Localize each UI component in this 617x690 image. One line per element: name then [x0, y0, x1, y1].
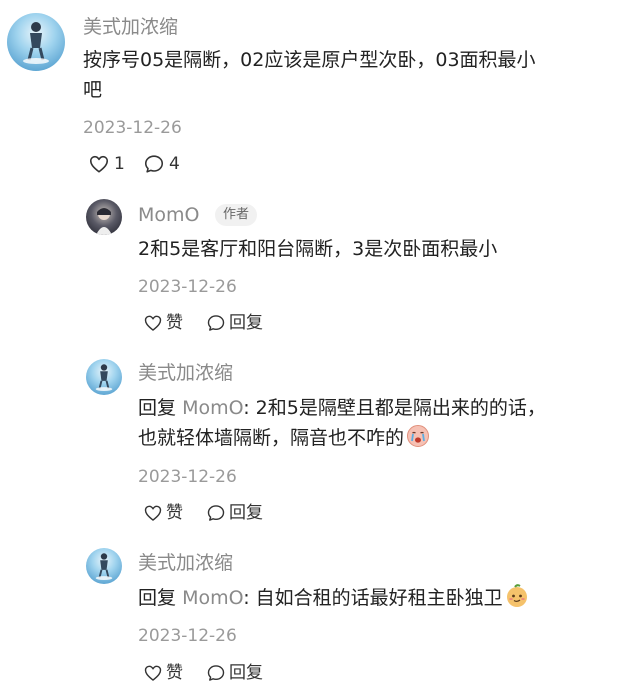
- heart-icon: [144, 665, 162, 681]
- mention-link[interactable]: MomO: [182, 587, 243, 609]
- comment-text-line: 吧: [83, 79, 103, 101]
- like-label: 赞: [166, 503, 183, 523]
- avatar[interactable]: [86, 359, 122, 395]
- comment-bubble-icon: [207, 315, 225, 331]
- reply-label: 回复: [229, 313, 263, 333]
- heart-icon: [144, 315, 162, 331]
- comment-text: 2和5是客厅和阳台隔断，3是次卧面积最小: [138, 238, 498, 260]
- comment-text-line: 回复 MomO: 2和5是隔壁且都是隔出来的的话，: [138, 393, 608, 423]
- timestamp: 2023-12-26: [138, 467, 237, 487]
- username[interactable]: 美式加浓缩: [138, 360, 233, 386]
- comment-text-part: : 自如合租的话最好租主卧独卫: [243, 587, 503, 609]
- comment-text-part: : 2和5是隔壁且都是隔出来的的话，: [243, 397, 546, 419]
- comment-text-part: 也就轻体墙隔断，隔音也不咋的: [138, 427, 405, 449]
- timestamp: 2023-12-26: [83, 118, 182, 138]
- comment-bubble-icon: [144, 155, 164, 173]
- like-label: 赞: [166, 663, 183, 683]
- avatar[interactable]: [86, 548, 122, 584]
- comment-text-line: 按序号05是隔断，02应该是原户型次卧，03面积最小: [83, 49, 536, 71]
- comment-text-line: 也就轻体墙隔断，隔音也不咋的: [138, 423, 608, 453]
- comment-text: 回复 MomO: 2和5是隔壁且都是隔出来的的话， 也就轻体墙隔断，隔音也不咋的: [138, 393, 608, 453]
- comment-bubble-icon: [207, 665, 225, 681]
- heart-icon: [144, 505, 162, 521]
- like-button[interactable]: 赞: [143, 501, 183, 525]
- mention-link[interactable]: MomO: [182, 397, 243, 419]
- comment-text: 回复 MomO: 自如合租的话最好租主卧独卫: [138, 583, 608, 613]
- author-badge: 作者: [215, 204, 258, 226]
- username[interactable]: 美式加浓缩: [83, 14, 178, 40]
- crying-face-emoji: [407, 425, 430, 447]
- timestamp: 2023-12-26: [138, 626, 237, 646]
- reply-button[interactable]: 4: [143, 152, 180, 176]
- like-label: 赞: [166, 313, 183, 333]
- like-button[interactable]: 1: [88, 152, 125, 176]
- username[interactable]: 美式加浓缩: [138, 550, 233, 576]
- reply-button[interactable]: 回复: [206, 501, 263, 525]
- timestamp: 2023-12-26: [138, 277, 237, 297]
- heart-icon: [89, 155, 109, 173]
- reply-prefix: 回复: [138, 397, 177, 419]
- smirk-face-emoji: [506, 584, 527, 607]
- comment-text: 按序号05是隔断，02应该是原户型次卧，03面积最小 吧: [83, 45, 603, 105]
- like-button[interactable]: 赞: [143, 661, 183, 685]
- reply-count: 4: [169, 154, 180, 174]
- comment-bubble-icon: [207, 505, 225, 521]
- avatar[interactable]: [7, 13, 65, 71]
- reply-label: 回复: [229, 663, 263, 683]
- reply-button[interactable]: 回复: [206, 661, 263, 685]
- reply-label: 回复: [229, 503, 263, 523]
- avatar[interactable]: [86, 199, 122, 235]
- reply-prefix: 回复: [138, 587, 177, 609]
- like-button[interactable]: 赞: [143, 311, 183, 335]
- like-count: 1: [114, 154, 125, 174]
- reply-button[interactable]: 回复: [206, 311, 263, 335]
- username[interactable]: MomO: [138, 202, 199, 228]
